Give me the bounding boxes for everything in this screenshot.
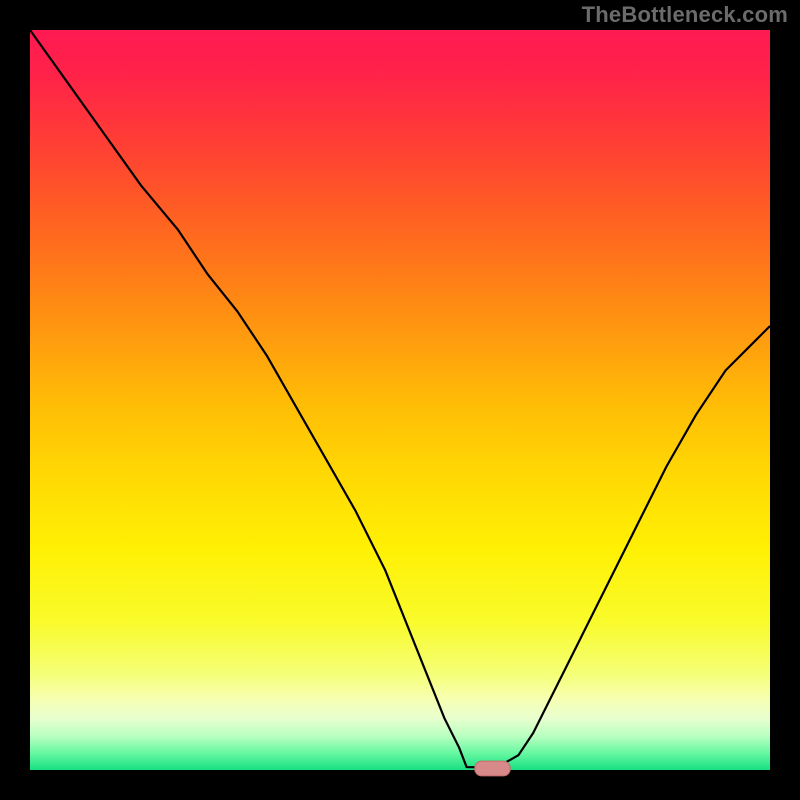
watermark-text: TheBottleneck.com bbox=[582, 2, 788, 28]
plot-background bbox=[30, 30, 770, 770]
chart-frame: { "watermark": "TheBottleneck.com", "col… bbox=[0, 0, 800, 800]
bottleneck-chart bbox=[0, 0, 800, 800]
optimum-marker bbox=[475, 761, 511, 776]
